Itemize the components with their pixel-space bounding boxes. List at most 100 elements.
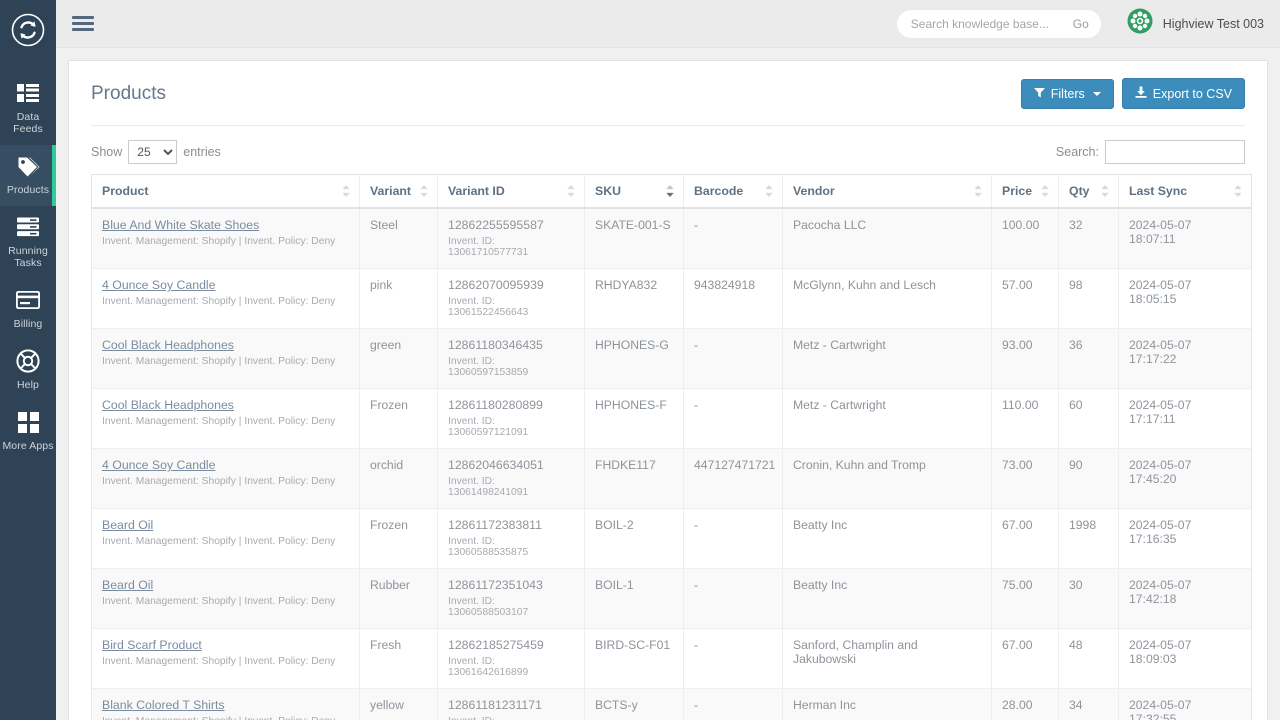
export-csv-button[interactable]: Export to CSV (1121, 78, 1245, 109)
data-feeds-icon (17, 80, 39, 106)
product-meta: Invent. Management: Shopify | Invent. Po… (102, 296, 336, 307)
table-header-label: Vendor (793, 184, 835, 198)
cell-price: 75.00 (991, 568, 1059, 629)
table-header-qty[interactable]: Qty (1058, 174, 1119, 209)
content-wrapper: Products Filters Export to CSV Show 25 e… (56, 48, 1280, 720)
cell-sku: BOIL-2 (584, 508, 684, 569)
product-meta: Invent. Management: Shopify | Invent. Po… (102, 715, 349, 720)
panel-header: Products Filters Export to CSV (91, 61, 1245, 126)
brand-logo[interactable] (0, 6, 56, 54)
table-header-variant_id[interactable]: Variant ID (437, 174, 585, 209)
table-header-label: Price (1002, 184, 1033, 198)
product-link[interactable]: Beard Oil (102, 518, 153, 532)
table-header-sku[interactable]: SKU (584, 174, 684, 209)
sidebar-item-more-apps[interactable]: More Apps (0, 401, 56, 462)
filters-button[interactable]: Filters (1020, 78, 1114, 109)
sidebar-item-products[interactable]: Products (0, 145, 56, 206)
cell-product: Blue And White Skate Shoes Invent. Manage… (91, 208, 360, 269)
cell-last-sync: 2024-05-07 17:17:11 (1118, 388, 1252, 449)
table-row: Blue And White Skate Shoes Invent. Manage… (91, 208, 1252, 269)
cell-sku: SKATE-001-S (584, 208, 684, 269)
cell-barcode: - (683, 508, 783, 569)
cell-price: 57.00 (991, 268, 1059, 329)
cell-vendor: Cronin, Kuhn and Tromp (782, 448, 992, 509)
cell-vendor: Beatty Inc (782, 508, 992, 569)
cell-vendor: Pacocha LLC (782, 208, 992, 269)
table-header-label: Last Sync (1129, 184, 1188, 198)
cell-last-sync: 2024-05-07 17:42:18 (1118, 568, 1252, 629)
inventory-id-value: Invent. ID: 13060588535875 (448, 536, 529, 558)
table-header-last_sync[interactable]: Last Sync (1118, 174, 1252, 209)
inventory-id-value: Invent. ID: 13060598169667 (448, 716, 574, 720)
table-header-product[interactable]: Product (91, 174, 360, 209)
cell-product: Cool Black Headphones Invent. Management:… (91, 328, 360, 389)
cell-qty: 98 (1058, 268, 1119, 329)
variant-id-value: 12862070095939 (448, 278, 544, 292)
table-row: Cool Black Headphones Invent. Management:… (91, 328, 1252, 389)
sidebar-item-label: Help (17, 379, 39, 391)
product-meta: Invent. Management: Shopify | Invent. Po… (102, 476, 336, 487)
table-header-vendor[interactable]: Vendor (782, 174, 992, 209)
cell-product: Beard Oil Invent. Management: Shopify | I… (91, 568, 360, 629)
search-go-button[interactable]: Go (1067, 17, 1089, 31)
product-link[interactable]: 4 Ounce Soy Candle (102, 458, 215, 472)
product-meta: Invent. Management: Shopify | Invent. Po… (102, 356, 336, 367)
table-header-label: Product (102, 184, 149, 198)
lifebuoy-icon (16, 348, 40, 374)
sidebar-item-help[interactable]: Help (0, 340, 56, 401)
product-meta: Invent. Management: Shopify | Invent. Po… (102, 236, 336, 247)
page-length-select[interactable]: 102550100 (128, 140, 178, 164)
cell-price: 93.00 (991, 328, 1059, 389)
cell-qty: 60 (1058, 388, 1119, 449)
cell-barcode: - (683, 688, 783, 720)
table-row: Blank Colored T Shirts Invent. Management… (91, 688, 1252, 720)
product-link[interactable]: Cool Black Headphones (102, 398, 234, 412)
product-meta: Invent. Management: Shopify | Invent. Po… (102, 416, 336, 427)
sidebar-item-billing[interactable]: Billing (0, 279, 56, 340)
cell-sku: BCTS-y (584, 688, 684, 720)
products-panel: Products Filters Export to CSV Show 25 e… (68, 60, 1268, 720)
cell-variant: pink (359, 268, 438, 329)
cell-sku: RHDYA832 (584, 268, 684, 329)
table-row: 4 Ounce Soy Candle Invent. Management: Sh… (91, 268, 1252, 329)
main-column: Go (56, 0, 1280, 720)
product-link[interactable]: Blank Colored T Shirts (102, 698, 225, 712)
table-row: Beard Oil Invent. Management: Shopify | I… (91, 508, 1252, 569)
product-link[interactable]: Cool Black Headphones (102, 338, 234, 352)
table-search-input[interactable] (1105, 140, 1245, 164)
table-header-price[interactable]: Price (991, 174, 1059, 209)
product-meta: Invent. Management: Shopify | Invent. Po… (102, 536, 336, 547)
cell-price: 100.00 (991, 208, 1059, 269)
inventory-id-value: Invent. ID: 13060597153859 (448, 356, 529, 378)
hamburger-icon[interactable] (70, 12, 96, 35)
cell-variant-id: 12861172383811 Invent. ID: 13060588535875 (437, 508, 585, 569)
cell-price: 67.00 (991, 508, 1059, 569)
cell-barcode: - (683, 208, 783, 269)
sidebar-item-data-feeds[interactable]: Data Feeds (0, 72, 56, 145)
cell-last-sync: 2024-05-07 17:16:35 (1118, 508, 1252, 569)
cell-barcode: 943824918 (683, 268, 783, 329)
entries-label: entries (183, 145, 221, 159)
user-menu[interactable]: Highview Test 003 (1127, 8, 1264, 39)
cell-sku: BOIL-1 (584, 568, 684, 629)
product-link[interactable]: Blue And White Skate Shoes (102, 218, 259, 232)
sync-circle-icon (11, 13, 45, 47)
search-input[interactable] (908, 15, 1067, 32)
sidebar-item-label: Billing (13, 318, 43, 330)
products-table: Product Variant Variant ID SKU Barcode Vendor… (91, 174, 1252, 720)
cell-product: Bird Scarf Product Invent. Management: Sh… (91, 628, 360, 689)
table-header-barcode[interactable]: Barcode (683, 174, 783, 209)
table-header-label: Variant ID (448, 184, 505, 198)
knowledge-base-search[interactable]: Go (896, 9, 1101, 38)
sidebar-item-running-tasks[interactable]: Running Tasks (0, 206, 56, 279)
download-icon (1135, 86, 1147, 101)
cell-sku: HPHONES-F (584, 388, 684, 449)
table-row: 4 Ounce Soy Candle Invent. Management: Sh… (91, 448, 1252, 509)
table-search-label: Search: (1055, 145, 1099, 159)
product-link[interactable]: Bird Scarf Product (102, 638, 202, 652)
variant-id-value: 12861172383811 (448, 518, 542, 532)
table-header-variant[interactable]: Variant (359, 174, 438, 209)
product-link[interactable]: Beard Oil (102, 578, 153, 592)
product-link[interactable]: 4 Ounce Soy Candle (102, 278, 215, 292)
user-name: Highview Test 003 (1162, 16, 1264, 31)
